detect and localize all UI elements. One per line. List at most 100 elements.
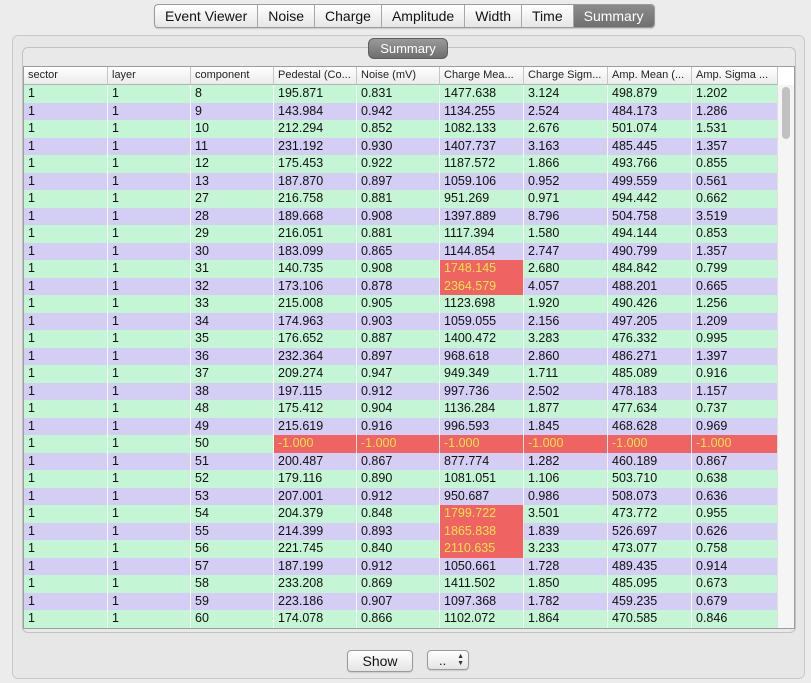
column-header[interactable]: component bbox=[191, 67, 274, 84]
tab-width[interactable]: Width bbox=[465, 5, 523, 27]
table-cell: 1.829 bbox=[524, 627, 608, 628]
table-cell: 1 bbox=[108, 207, 191, 225]
table-cell: 0.887 bbox=[357, 330, 440, 348]
table-cell: 0.914 bbox=[692, 557, 778, 575]
table-cell: 1 bbox=[24, 172, 108, 190]
table-cell: 0.897 bbox=[357, 172, 440, 190]
scrollbar-thumb[interactable] bbox=[782, 87, 790, 139]
tab-charge[interactable]: Charge bbox=[315, 5, 382, 27]
tab-noise[interactable]: Noise bbox=[258, 5, 316, 27]
table-cell: 1 bbox=[108, 382, 191, 400]
table-cell: 176.652 bbox=[274, 330, 357, 348]
table-cell: 57 bbox=[191, 557, 274, 575]
table-row[interactable]: 1 1 59 223.186 0.907 1097.368 1.782 459.235 0.67… bbox=[24, 592, 778, 610]
table-row[interactable]: 1 1 34 174.963 0.903 1059.055 2.156 497.205 1.20… bbox=[24, 312, 778, 330]
table-cell: 0.905 bbox=[357, 295, 440, 313]
table-cell: 1082.133 bbox=[440, 120, 524, 138]
table-row[interactable]: 1 1 8 195.871 0.831 1477.638 3.124 498.879 1.202 bbox=[24, 85, 778, 103]
table-cell: 951.269 bbox=[440, 190, 524, 208]
table-row[interactable]: 1 1 55 214.399 0.893 1865.838 1.839 526.697 0.62… bbox=[24, 522, 778, 540]
table-cell: 30 bbox=[191, 242, 274, 260]
table-cell: 1 bbox=[108, 435, 191, 453]
table-row[interactable]: 1 1 50 -1.000 -1.000 -1.000 -1.000 -1.000 -1.000 bbox=[24, 435, 778, 453]
table-row[interactable]: 1 1 13 187.870 0.897 1059.106 0.952 499.559 0.56… bbox=[24, 172, 778, 190]
table-row[interactable]: 1 1 52 179.116 0.890 1081.051 1.106 503.710 0.63… bbox=[24, 470, 778, 488]
table-row[interactable]: 1 1 35 176.652 0.887 1400.472 3.283 476.332 0.99… bbox=[24, 330, 778, 348]
select-value: .. bbox=[439, 653, 447, 668]
table-row[interactable]: 1 1 57 187.199 0.912 1050.661 1.728 489.435 0.91… bbox=[24, 557, 778, 575]
table-cell: 34 bbox=[191, 312, 274, 330]
table-cell: 1400.472 bbox=[440, 330, 524, 348]
tab-summary[interactable]: Summary bbox=[573, 5, 654, 27]
table-cell: 61 bbox=[191, 627, 274, 628]
table-cell: 1117.394 bbox=[440, 225, 524, 243]
table-cell: 221.745 bbox=[274, 540, 357, 558]
column-header[interactable]: sector bbox=[24, 67, 108, 84]
table-cell: 212.294 bbox=[274, 120, 357, 138]
table-cell: 1.357 bbox=[692, 242, 778, 260]
table-row[interactable]: 1 1 58 233.208 0.869 1411.502 1.850 485.095 0.67… bbox=[24, 575, 778, 593]
column-header[interactable]: Amp. Mean (... bbox=[608, 67, 692, 84]
column-header[interactable]: Noise (mV) bbox=[357, 67, 440, 84]
table-row[interactable]: 1 1 36 232.364 0.897 968.618 2.860 486.271 1.397 bbox=[24, 347, 778, 365]
column-header[interactable]: Charge Mea... bbox=[440, 67, 524, 84]
table-cell: 0.916 bbox=[692, 365, 778, 383]
show-button[interactable]: Show bbox=[347, 650, 413, 672]
table-row[interactable]: 1 1 27 216.758 0.881 951.269 0.971 494.442 0.662 bbox=[24, 190, 778, 208]
table-cell: 1 bbox=[108, 155, 191, 173]
table-row[interactable]: 1 1 33 215.008 0.905 1123.698 1.920 490.426 1.25… bbox=[24, 295, 778, 313]
table-cell: 473.077 bbox=[608, 540, 692, 558]
table-cell: 173.106 bbox=[274, 277, 357, 295]
table-cell: 2.524 bbox=[524, 102, 608, 120]
table-row[interactable]: 1 1 53 207.001 0.912 950.687 0.986 508.073 0.636 bbox=[24, 487, 778, 505]
column-header[interactable]: Charge Sigm... bbox=[524, 67, 608, 84]
table-cell: 1123.698 bbox=[440, 295, 524, 313]
table-cell: 1 bbox=[24, 505, 108, 523]
table-row[interactable]: 1 1 51 200.487 0.867 877.774 1.282 460.189 0.867 bbox=[24, 452, 778, 470]
column-header[interactable]: Amp. Sigma ... bbox=[692, 67, 778, 84]
tab-time[interactable]: Time bbox=[522, 5, 574, 27]
table-row[interactable]: 1 1 9 143.984 0.942 1134.255 2.524 484.173 1.286 bbox=[24, 102, 778, 120]
table-cell: 197.115 bbox=[274, 382, 357, 400]
table-row[interactable]: 1 1 56 221.745 0.840 2110.635 3.233 473.077 0.75… bbox=[24, 540, 778, 558]
table-row[interactable]: 1 1 31 140.735 0.908 1748.145 2.680 484.842 0.79… bbox=[24, 260, 778, 278]
table-cell: 0.890 bbox=[357, 470, 440, 488]
table-row[interactable]: 1 1 11 231.192 0.930 1407.737 3.163 485.445 1.35… bbox=[24, 137, 778, 155]
table-cell: 1 bbox=[108, 487, 191, 505]
table-cell: 501.074 bbox=[608, 120, 692, 138]
table-row[interactable]: 1 1 37 209.274 0.947 949.349 1.711 485.089 0.916 bbox=[24, 365, 778, 383]
table-cell: 1407.737 bbox=[440, 137, 524, 155]
table-cell: 0.907 bbox=[357, 592, 440, 610]
table-row[interactable]: 1 1 38 197.115 0.912 997.736 2.502 478.183 1.157 bbox=[24, 382, 778, 400]
table-cell: 0.969 bbox=[692, 417, 778, 435]
column-header[interactable]: Pedestal (Co... bbox=[274, 67, 357, 84]
option-select[interactable]: .. ▲ ▼ bbox=[427, 650, 469, 670]
table-row[interactable]: 1 1 12 175.453 0.922 1187.572 1.866 493.766 0.85… bbox=[24, 155, 778, 173]
table-cell: 1 bbox=[24, 470, 108, 488]
vertical-scrollbar[interactable] bbox=[777, 85, 794, 628]
table-cell: 503.710 bbox=[608, 470, 692, 488]
table-row[interactable]: 1 1 10 212.294 0.852 1082.133 2.676 501.074 1.53… bbox=[24, 120, 778, 138]
column-header[interactable]: layer bbox=[108, 67, 191, 84]
table-row[interactable]: 1 1 49 215.619 0.916 996.593 1.845 468.628 0.969 bbox=[24, 417, 778, 435]
tab-amplitude[interactable]: Amplitude bbox=[382, 5, 466, 27]
table-row[interactable]: 1 1 32 173.106 0.878 2364.579 4.057 488.201 0.66… bbox=[24, 277, 778, 295]
tab-event-viewer[interactable]: Event Viewer bbox=[155, 5, 259, 27]
table-cell: 484.173 bbox=[608, 102, 692, 120]
table-cell: 8 bbox=[191, 85, 274, 103]
table-cell: 1 bbox=[108, 260, 191, 278]
table-cell: 2.156 bbox=[524, 312, 608, 330]
table-row[interactable]: 1 1 29 216.051 0.881 1117.394 1.580 494.144 0.85… bbox=[24, 225, 778, 243]
table-row[interactable]: 1161178.4720.9211123.4751.829514.5241.07… bbox=[24, 627, 778, 628]
table-row[interactable]: 1 1 30 183.099 0.865 1144.854 2.747 490.799 1.35… bbox=[24, 242, 778, 260]
table-cell: 1 bbox=[24, 487, 108, 505]
table-row[interactable]: 1 1 28 189.668 0.908 1397.889 8.796 504.758 3.51… bbox=[24, 207, 778, 225]
table-cell: 0.947 bbox=[357, 365, 440, 383]
table-row[interactable]: 1 1 60 174.078 0.866 1102.072 1.864 470.585 0.84… bbox=[24, 610, 778, 628]
table-cell: 216.051 bbox=[274, 225, 357, 243]
table-row[interactable]: 1 1 48 175.412 0.904 1136.284 1.877 477.634 0.73… bbox=[24, 400, 778, 418]
table-cell: 1.282 bbox=[524, 452, 608, 470]
table-row[interactable]: 1 1 54 204.379 0.848 1799.722 3.501 473.772 0.95… bbox=[24, 505, 778, 523]
table-cell: 1 bbox=[108, 452, 191, 470]
table-cell: 485.089 bbox=[608, 365, 692, 383]
